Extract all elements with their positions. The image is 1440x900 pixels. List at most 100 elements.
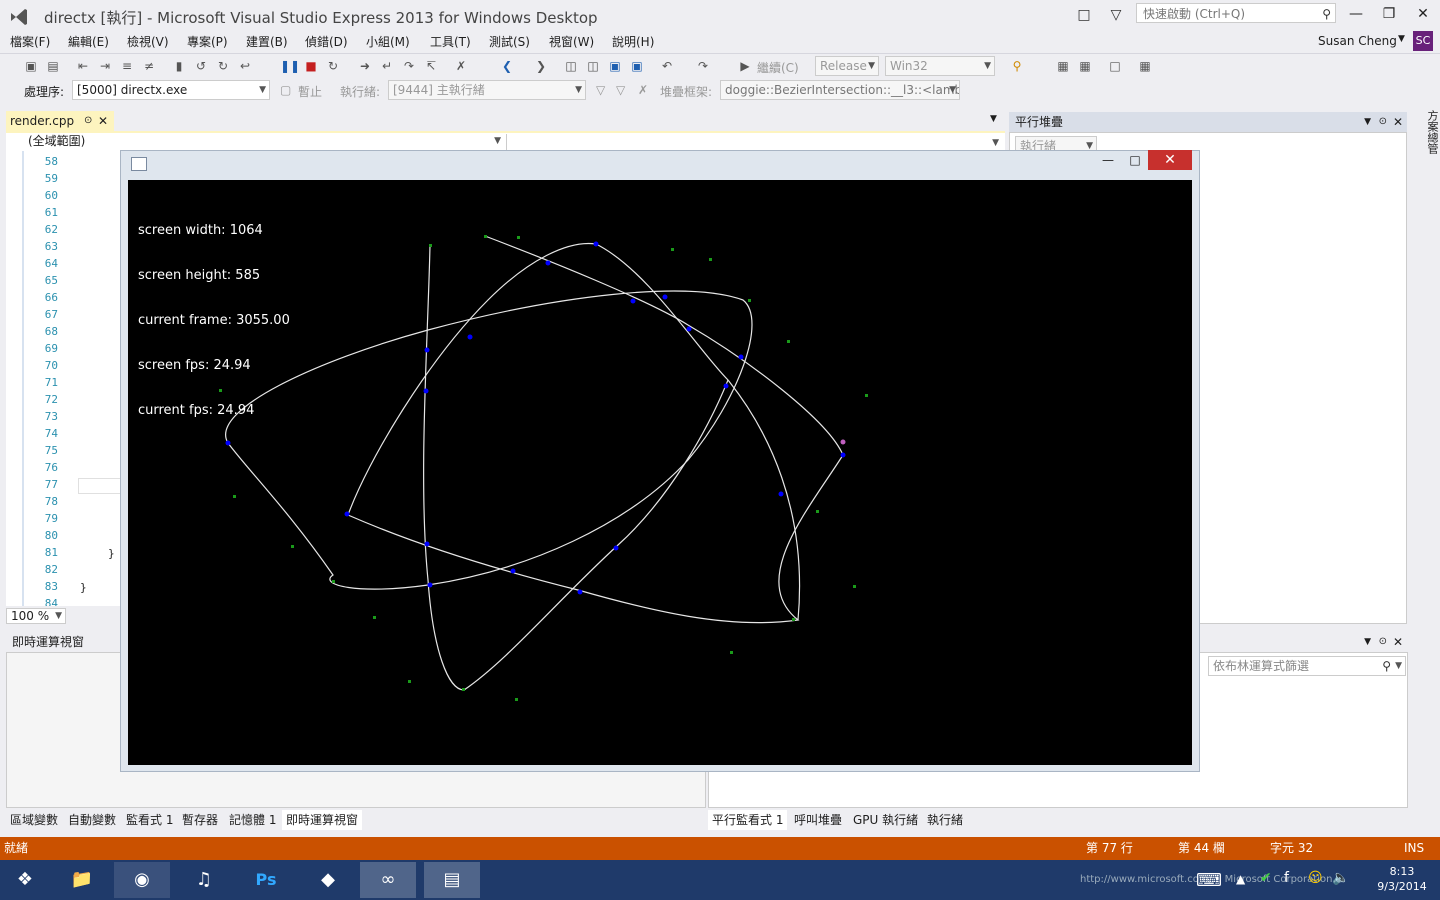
toolbar-icon-1[interactable]: ▣ bbox=[22, 57, 40, 75]
parallel-stacks-icon[interactable]: ▦ bbox=[1076, 57, 1094, 75]
next-bookmark-icon[interactable]: ↻ bbox=[214, 57, 232, 75]
user-name[interactable]: Susan Cheng bbox=[1318, 34, 1397, 48]
menu-project[interactable]: 專案(P) bbox=[187, 32, 228, 52]
chrome-icon[interactable]: ◉ bbox=[114, 862, 170, 898]
app-icon[interactable]: ◆ bbox=[300, 862, 356, 898]
tab-render-cpp[interactable]: render.cpp ⊙ ✕ bbox=[6, 111, 114, 131]
tab-threads[interactable]: 執行緒 bbox=[923, 810, 967, 830]
prev-bookmark-icon[interactable]: ↺ bbox=[192, 57, 210, 75]
close-icon[interactable]: ✕ bbox=[1393, 632, 1403, 652]
pause-icon[interactable]: ❚❚ bbox=[280, 57, 300, 75]
feedback-icon[interactable]: □ bbox=[1074, 5, 1094, 25]
bookmark-icon[interactable]: ▮ bbox=[170, 57, 188, 75]
tab-locals[interactable]: 區域變數 bbox=[6, 810, 62, 830]
visual-studio-taskbar-icon[interactable]: ∞ bbox=[360, 862, 416, 898]
scope-select[interactable]: (全域範圍) ▼ bbox=[8, 134, 504, 150]
process-select[interactable]: [5000] directx.exe ▼ bbox=[72, 80, 270, 100]
config-select[interactable]: Release ▼ bbox=[815, 56, 879, 76]
platform-select[interactable]: Win32 ▼ bbox=[885, 56, 995, 76]
menu-debug[interactable]: 偵錯(D) bbox=[305, 32, 348, 52]
stop-icon[interactable]: ■ bbox=[302, 57, 320, 75]
new-project-icon[interactable]: ◫ bbox=[562, 57, 580, 75]
redo-icon[interactable]: ↷ bbox=[694, 57, 712, 75]
pin-icon[interactable]: ⊙ bbox=[84, 111, 92, 131]
menu-team[interactable]: 小組(M) bbox=[366, 32, 410, 52]
quick-launch-input[interactable]: 快速啟動 (Ctrl+Q) ⚲ bbox=[1136, 3, 1336, 23]
tab-memory-1[interactable]: 記憶體 1 bbox=[225, 810, 280, 830]
attach-icon[interactable]: □ bbox=[1106, 57, 1124, 75]
flag-thread-icon[interactable]: ▽ bbox=[596, 83, 605, 97]
menu-help[interactable]: 說明(H) bbox=[612, 32, 654, 52]
hex-icon[interactable]: ✗ bbox=[452, 57, 470, 75]
avatar[interactable]: SC bbox=[1413, 31, 1433, 51]
file-explorer-icon[interactable]: 📁 bbox=[54, 862, 110, 898]
suspend-button[interactable]: 暫止 bbox=[298, 83, 322, 100]
indent-icon[interactable]: ⇥ bbox=[96, 57, 114, 75]
tab-call-stack[interactable]: 呼叫堆疊 bbox=[790, 810, 846, 830]
collapse-icon[interactable]: ✗ bbox=[638, 83, 648, 97]
facebook-icon[interactable]: f bbox=[1284, 870, 1289, 886]
save-all-icon[interactable]: ▣ bbox=[628, 57, 646, 75]
uncomment-icon[interactable]: ≠ bbox=[140, 57, 158, 75]
tray-expand-icon[interactable]: ▲ bbox=[1236, 872, 1245, 886]
notification-flag-icon[interactable]: ▽ bbox=[1106, 5, 1126, 25]
clear-bookmark-icon[interactable]: ↩ bbox=[236, 57, 254, 75]
itunes-icon[interactable]: ♫ bbox=[176, 862, 232, 898]
volume-icon[interactable]: 🔈 bbox=[1332, 870, 1349, 886]
open-file-icon[interactable]: ◫ bbox=[584, 57, 602, 75]
user-dropdown-icon[interactable]: ▼ bbox=[1398, 34, 1405, 44]
app-close-button[interactable]: ✕ bbox=[1148, 150, 1192, 170]
solution-explorer-tab[interactable]: 方案總管 bbox=[1414, 110, 1440, 170]
pin-icon[interactable]: ⊙ bbox=[1379, 632, 1387, 652]
app-minimize-button[interactable]: — bbox=[1100, 150, 1116, 170]
thread-select[interactable]: [9444] 主執行緒 ▼ bbox=[388, 80, 586, 100]
suspend-icon[interactable]: ▢ bbox=[280, 83, 291, 97]
tab-list-chevron-icon[interactable]: ▼ bbox=[990, 114, 997, 124]
find-icon[interactable]: ⚲ bbox=[1008, 57, 1026, 75]
threads-icon[interactable]: ▦ bbox=[1054, 57, 1072, 75]
menu-window[interactable]: 視窗(W) bbox=[549, 32, 594, 52]
comment-icon[interactable]: ≡ bbox=[118, 57, 136, 75]
panel-menu-icon[interactable]: ▼ bbox=[1364, 112, 1371, 132]
tab-registers[interactable]: 暫存器 bbox=[178, 810, 222, 830]
network-icon[interactable]: ✔ bbox=[1260, 870, 1272, 886]
continue-button[interactable]: 繼續(C) bbox=[757, 59, 799, 76]
tab-autos[interactable]: 自動變數 bbox=[64, 810, 120, 830]
minimize-button[interactable]: — bbox=[1341, 4, 1371, 24]
filter-input[interactable]: 依布林運算式篩選 ⚲ ▼ bbox=[1208, 656, 1406, 676]
toolbar-icon-2[interactable]: ▤ bbox=[44, 57, 62, 75]
photoshop-icon[interactable]: Ps bbox=[238, 862, 294, 898]
restore-button[interactable]: ❐ bbox=[1374, 4, 1404, 24]
windows-start-icon[interactable]: ❖ bbox=[0, 862, 50, 898]
menu-view[interactable]: 檢視(V) bbox=[127, 32, 169, 52]
directx-app-taskbar-icon[interactable]: ▤ bbox=[424, 862, 480, 898]
tab-watch-1[interactable]: 監看式 1 bbox=[122, 810, 177, 830]
app-maximize-button[interactable]: □ bbox=[1127, 150, 1143, 170]
tab-gpu-threads[interactable]: GPU 執行緒 bbox=[849, 810, 922, 830]
step-into-icon[interactable]: ↵ bbox=[378, 57, 396, 75]
clock[interactable]: 8:13 9/3/2014 bbox=[1372, 864, 1432, 894]
menu-edit[interactable]: 編輯(E) bbox=[68, 32, 109, 52]
step-over-icon[interactable]: ↷ bbox=[400, 57, 418, 75]
menu-test[interactable]: 測試(S) bbox=[489, 32, 530, 52]
close-icon[interactable]: ✕ bbox=[1393, 112, 1403, 132]
tab-immediate-window[interactable]: 即時運算視窗 bbox=[282, 810, 363, 830]
layout-icon[interactable]: ▦ bbox=[1136, 57, 1154, 75]
tab-parallel-watch-1[interactable]: 平行監看式 1 bbox=[708, 810, 788, 830]
menu-tools[interactable]: 工具(T) bbox=[430, 32, 471, 52]
close-button[interactable]: ✕ bbox=[1408, 4, 1438, 24]
emoji-icon[interactable]: ☺ bbox=[1308, 870, 1323, 886]
continue-play-icon[interactable]: ▶ bbox=[736, 57, 754, 75]
outdent-icon[interactable]: ⇤ bbox=[74, 57, 92, 75]
menu-build[interactable]: 建置(B) bbox=[246, 32, 288, 52]
close-tab-icon[interactable]: ✕ bbox=[98, 111, 108, 131]
menu-file[interactable]: 檔案(F) bbox=[10, 32, 50, 52]
save-icon[interactable]: ▣ bbox=[606, 57, 624, 75]
zoom-select[interactable]: 100 % ▼ bbox=[6, 608, 66, 624]
undo-icon[interactable]: ↶ bbox=[658, 57, 676, 75]
keyboard-icon[interactable]: ⌨ bbox=[1196, 870, 1222, 891]
filter-thread-icon[interactable]: ▽ bbox=[616, 83, 625, 97]
navigate-back-icon[interactable]: ❮ bbox=[498, 57, 516, 75]
pin-icon[interactable]: ⊙ bbox=[1379, 112, 1387, 132]
show-next-statement-icon[interactable]: ➜ bbox=[356, 57, 374, 75]
